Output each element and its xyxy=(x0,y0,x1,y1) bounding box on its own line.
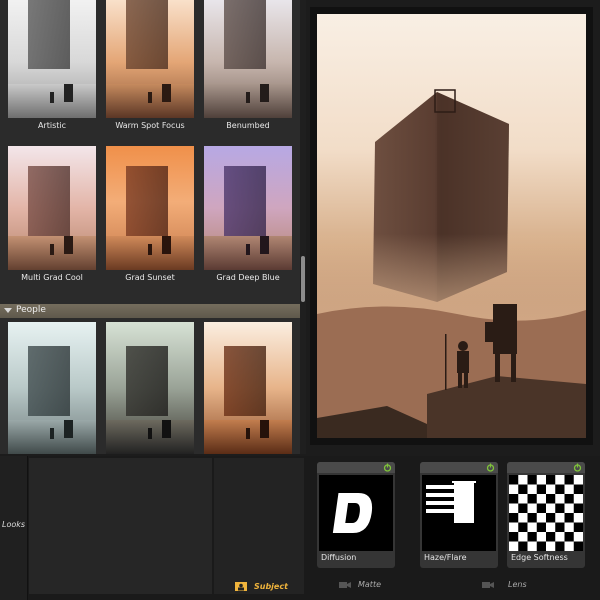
looks-label: Looks xyxy=(2,520,26,529)
app-window: Artistic Warm Spot Focus Benumbed Multi … xyxy=(0,0,600,600)
look-thumb-benumbed[interactable]: Benumbed xyxy=(202,0,294,144)
looks-tab[interactable]: Looks xyxy=(0,456,28,600)
section-header-people[interactable]: People xyxy=(0,304,300,318)
diffusion-thumbnail xyxy=(319,475,393,551)
look-label: Grad Deep Blue xyxy=(216,273,280,282)
section-label: People xyxy=(16,305,46,315)
tab-lens[interactable]: Lens xyxy=(508,580,527,589)
look-thumb-people-1[interactable] xyxy=(6,322,98,454)
tool-name: Diffusion xyxy=(321,553,357,562)
looks-row: Multi Grad Cool Grad Sunset Grad Deep Bl… xyxy=(6,146,294,296)
look-preview xyxy=(8,0,96,118)
look-preview xyxy=(204,0,292,118)
tool-header xyxy=(507,462,585,473)
tool-header xyxy=(420,462,498,473)
tool-name: Haze/Flare xyxy=(424,553,467,562)
look-thumb-artistic[interactable]: Artistic xyxy=(6,0,98,144)
triangle-down-icon xyxy=(4,308,12,313)
subject-icon xyxy=(235,582,247,591)
looks-browser: Artistic Warm Spot Focus Benumbed Multi … xyxy=(0,0,300,454)
looks-row xyxy=(6,322,294,454)
look-preview xyxy=(204,322,292,454)
look-preview xyxy=(8,146,96,270)
look-preview xyxy=(106,146,194,270)
edge-softness-tool[interactable]: Edge Softness xyxy=(507,462,585,568)
camera-icon xyxy=(482,582,494,588)
tab-matte[interactable]: Matte xyxy=(358,580,381,589)
looks-row: Artistic Warm Spot Focus Benumbed xyxy=(6,0,294,144)
scrollbar-thumb[interactable] xyxy=(301,256,305,302)
look-thumb-grad-deep-blue[interactable]: Grad Deep Blue xyxy=(202,146,294,296)
look-label: Warm Spot Focus xyxy=(115,121,185,130)
look-thumb-people-2[interactable] xyxy=(104,322,196,454)
edge-softness-thumbnail xyxy=(509,475,583,551)
tools-bar: Looks Subject Diffusion Matte Haze/Flare… xyxy=(0,456,600,600)
subject-tool-area: Subject xyxy=(214,458,304,594)
look-preview xyxy=(204,146,292,270)
power-icon[interactable] xyxy=(573,463,582,472)
preview-image[interactable] xyxy=(317,14,586,438)
look-thumb-people-3[interactable] xyxy=(202,322,294,454)
tool-name: Edge Softness xyxy=(511,553,568,562)
look-preview xyxy=(106,0,194,118)
look-label: Multi Grad Cool xyxy=(21,273,83,282)
look-label: Benumbed xyxy=(226,121,270,130)
tool-header xyxy=(317,462,395,473)
scene-illustration xyxy=(317,89,586,438)
power-icon[interactable] xyxy=(486,463,495,472)
diffusion-tool[interactable]: Diffusion xyxy=(317,462,395,568)
preview-panel xyxy=(310,7,593,445)
look-thumb-multi-grad-cool[interactable]: Multi Grad Cool xyxy=(6,146,98,296)
look-preview xyxy=(106,322,194,454)
haze-flare-tool[interactable]: Haze/Flare xyxy=(420,462,498,568)
look-preview xyxy=(8,322,96,454)
looks-tool-area xyxy=(29,458,212,594)
look-thumb-grad-sunset[interactable]: Grad Sunset xyxy=(104,146,196,296)
look-label: Grad Sunset xyxy=(125,273,175,282)
power-icon[interactable] xyxy=(383,463,392,472)
browser-scrollbar[interactable] xyxy=(300,0,306,454)
tab-subject[interactable]: Subject xyxy=(254,582,288,591)
camera-icon xyxy=(339,582,351,588)
look-thumb-warm-spot-focus[interactable]: Warm Spot Focus xyxy=(104,0,196,144)
look-label: Artistic xyxy=(37,121,67,130)
haze-flare-thumbnail xyxy=(422,475,496,551)
